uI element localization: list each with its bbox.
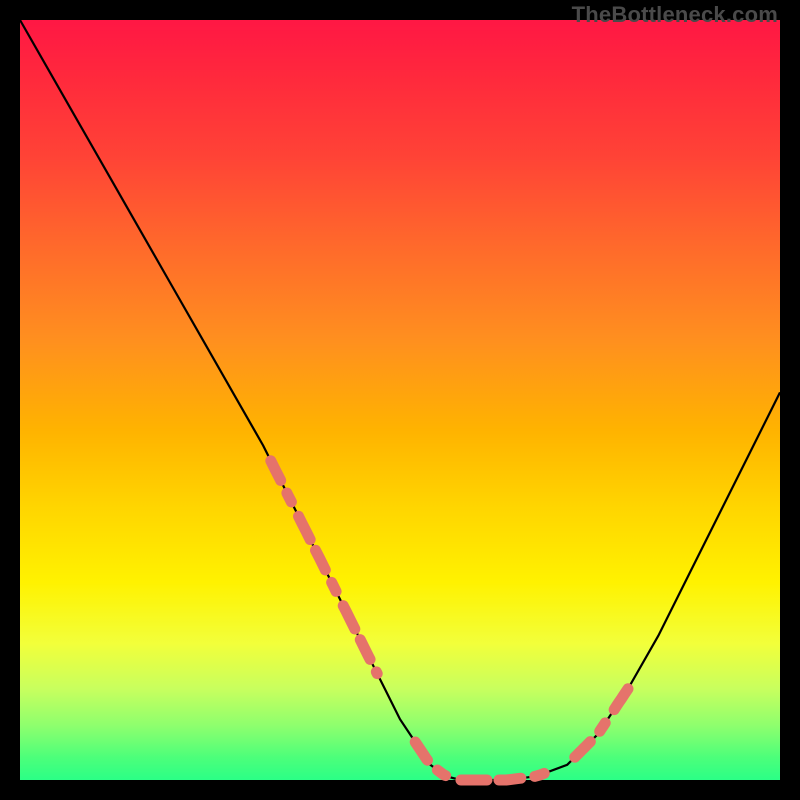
outer-frame: TheBottleneck.com	[0, 0, 800, 800]
bottleneck-curve	[20, 20, 780, 780]
highlight-group	[271, 461, 628, 780]
plot-area	[20, 20, 780, 780]
highlight-segment-1	[415, 742, 552, 780]
curve-svg	[20, 20, 780, 780]
highlight-segment-2	[575, 689, 628, 757]
curve-path	[20, 20, 780, 780]
highlight-segment-0	[271, 461, 377, 674]
